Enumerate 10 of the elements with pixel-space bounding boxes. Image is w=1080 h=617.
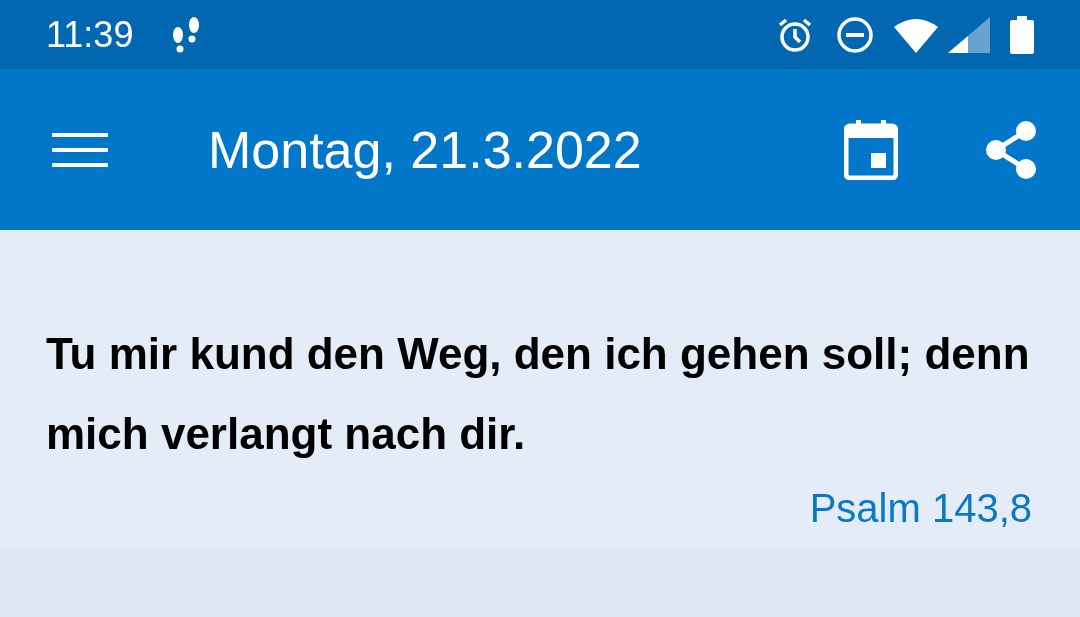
battery-icon: [1010, 15, 1034, 54]
do-not-disturb-icon: [836, 15, 874, 54]
verse-text: Tu mir kund den Weg, den ich gehen soll; denn mich verlangt nach dir.: [46, 328, 1031, 460]
app-title: Montag, 21.3.2022: [208, 119, 642, 181]
signal-icon: [948, 16, 990, 53]
wifi-icon: [894, 16, 938, 53]
share-button[interactable]: [984, 120, 1038, 179]
status-time: 11:39: [46, 12, 134, 57]
calendar-button[interactable]: [844, 119, 898, 180]
verse-reference[interactable]: Psalm 143,8: [809, 478, 1032, 538]
